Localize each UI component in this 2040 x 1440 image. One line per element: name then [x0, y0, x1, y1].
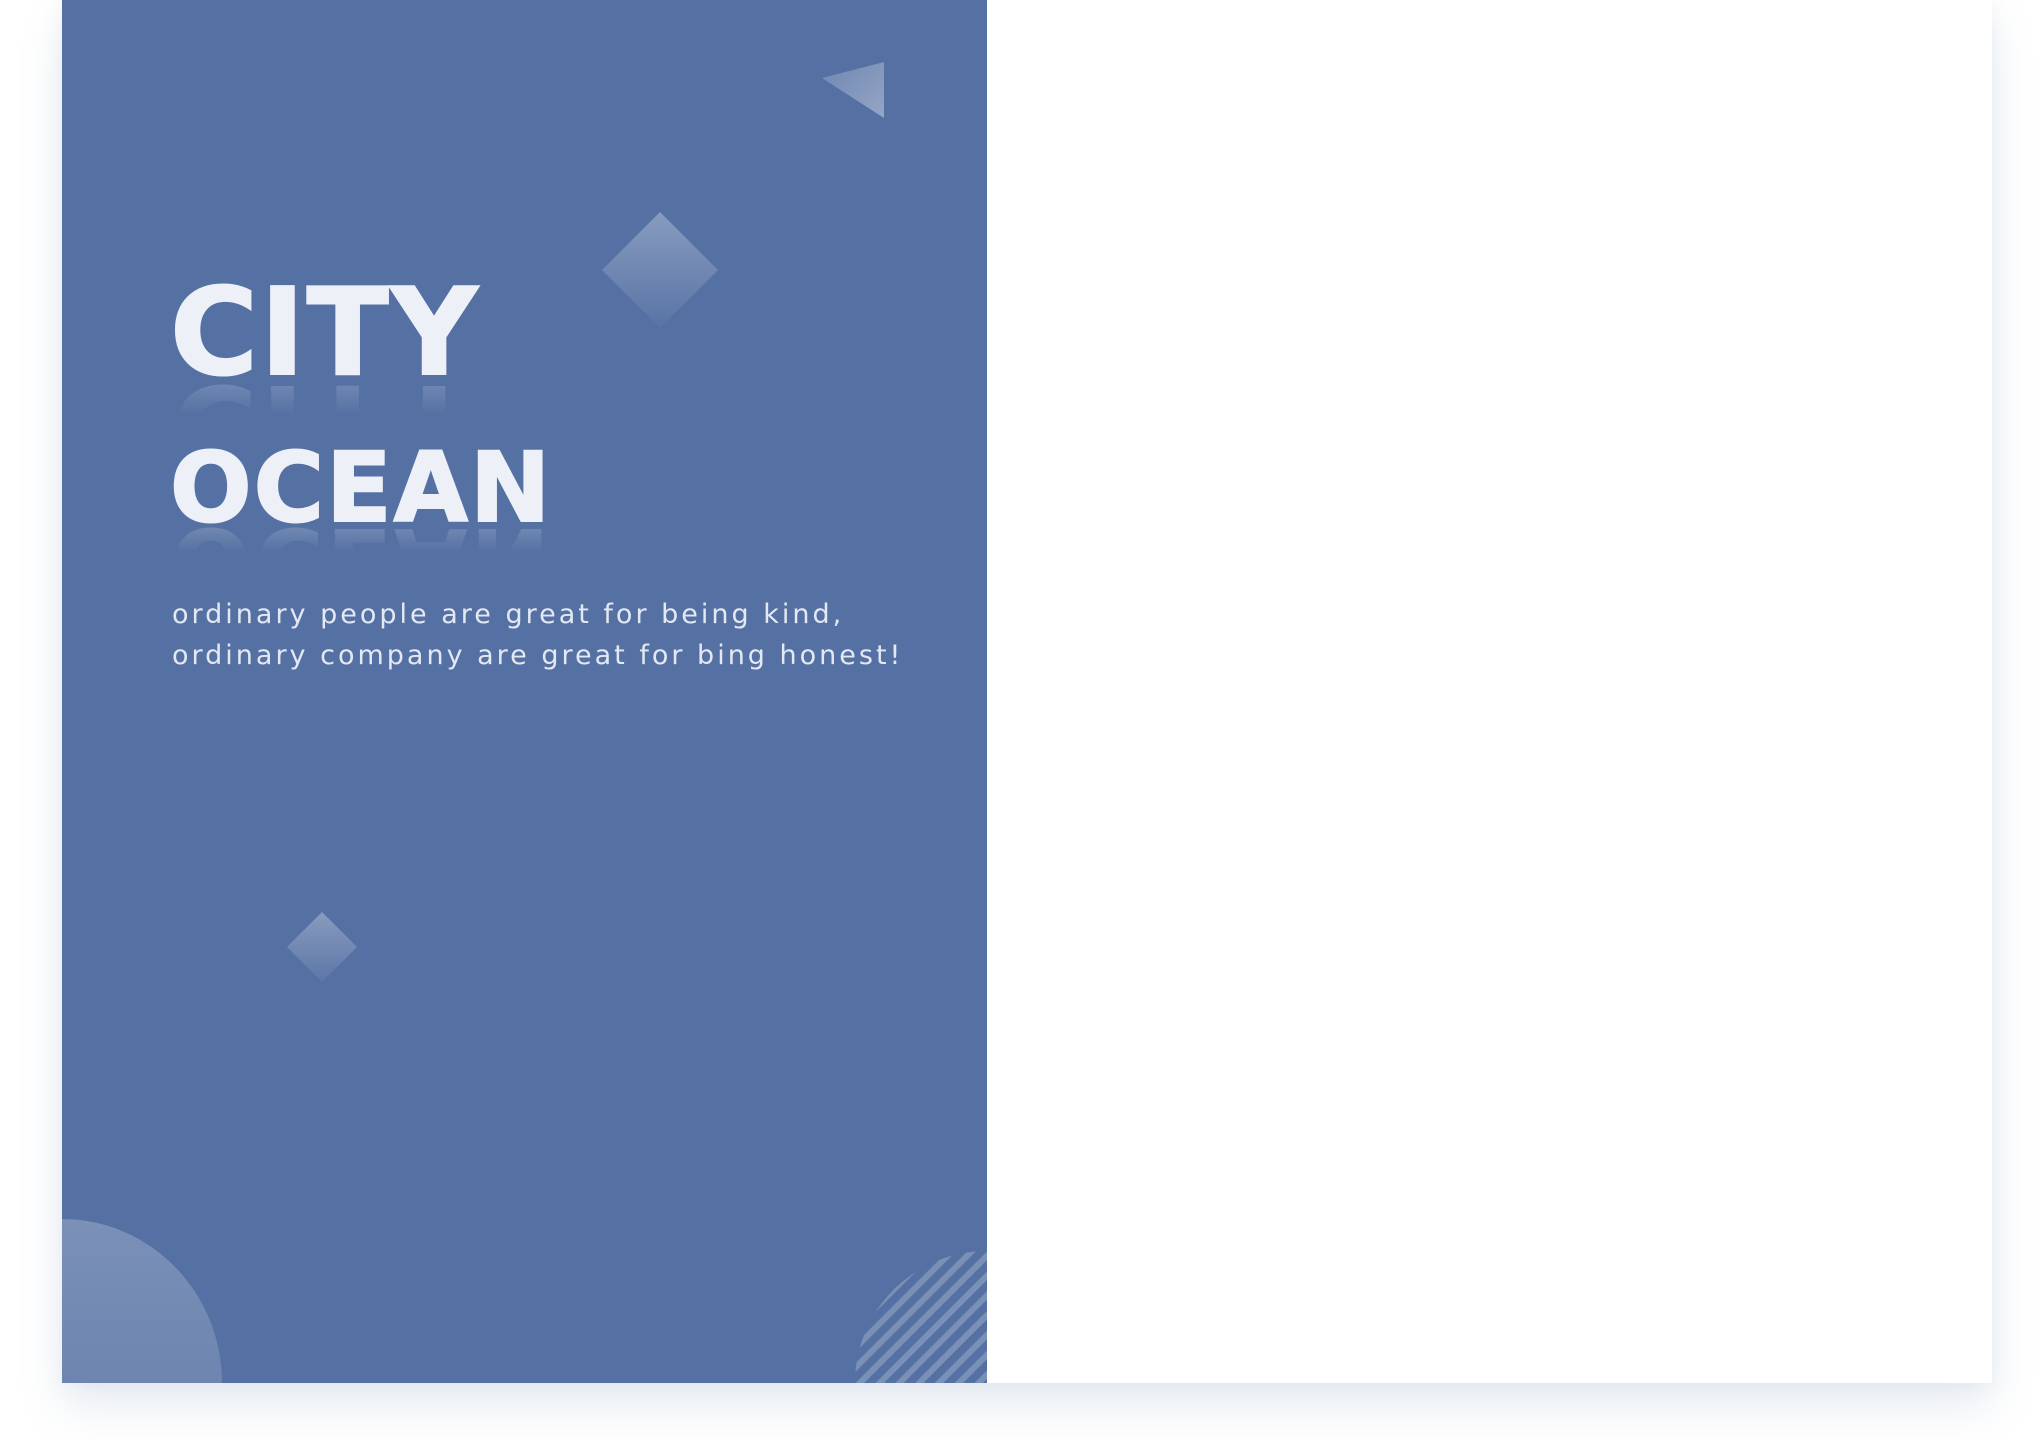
title-line-ocean: OCEAN [169, 432, 553, 544]
tagline-line-1: ordinary people are great for being kind… [172, 599, 845, 630]
cover-tagline: ordinary people are great for being kind… [172, 594, 932, 676]
blank-right-page [987, 0, 1992, 1383]
tagline-line-2: ordinary company are great for bing hone… [172, 640, 904, 671]
title-line-city: CITY [169, 264, 480, 403]
triangle-shape-icon [822, 62, 884, 118]
small-diamond-shape-icon [287, 912, 357, 982]
open-brochure: CITY OCEAN CITY OCEAN ordinary people ar… [62, 0, 1992, 1383]
striped-circle-shape-icon [855, 1251, 987, 1383]
cover-page: CITY OCEAN CITY OCEAN ordinary people ar… [62, 0, 987, 1383]
quarter-circle-shape-icon [62, 1219, 222, 1383]
cover-title: CITY OCEAN CITY OCEAN [169, 262, 870, 619]
